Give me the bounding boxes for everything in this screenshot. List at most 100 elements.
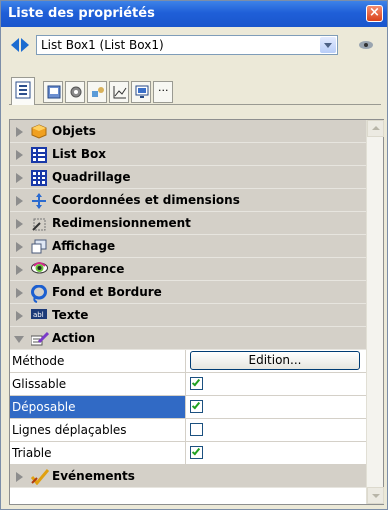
category-label: List Box xyxy=(52,147,106,161)
monitor-icon xyxy=(135,85,149,99)
next-object-icon[interactable] xyxy=(21,38,29,52)
tab-display[interactable] xyxy=(131,81,151,103)
category-action[interactable]: Action xyxy=(10,327,366,350)
chart-icon xyxy=(113,85,127,99)
resize-icon xyxy=(31,216,47,231)
property-list-window: Liste des propriétés × List Box1 (List B… xyxy=(0,0,388,510)
category-list-box[interactable]: List Box xyxy=(10,143,366,166)
checkmark-icon xyxy=(191,446,201,456)
property-label: Glissable xyxy=(10,373,186,396)
form-icon xyxy=(47,85,61,99)
expand-arrow-icon[interactable] xyxy=(16,150,23,160)
title-bar: Liste des propriétés × xyxy=(1,1,387,27)
more-icon: ··· xyxy=(158,84,169,97)
previous-object-icon[interactable] xyxy=(11,38,19,52)
collapse-arrow-icon[interactable] xyxy=(14,336,24,343)
svg-text:abl: abl xyxy=(33,311,44,319)
gear-icon xyxy=(69,85,82,99)
category-redimensionnement[interactable]: Redimensionnement xyxy=(10,212,366,235)
expand-arrow-icon[interactable] xyxy=(16,219,23,229)
property-value xyxy=(186,373,366,396)
property-rows: Objets List Box Quadrillage Coordonnées … xyxy=(10,120,366,506)
checkmark-icon xyxy=(191,377,201,387)
tab-all-properties[interactable] xyxy=(11,77,35,105)
property-row-lignes-deplacables[interactable]: Lignes déplaçables xyxy=(10,419,366,442)
property-value xyxy=(186,396,366,419)
property-label: Lignes déplaçables xyxy=(10,419,186,442)
property-value: Edition... xyxy=(186,350,366,373)
property-tabs: ··· xyxy=(9,77,381,111)
checkmark-icon xyxy=(191,400,201,410)
category-label: Evénements xyxy=(52,469,135,483)
shapes-icon xyxy=(91,85,104,99)
property-grid: Objets List Box Quadrillage Coordonnées … xyxy=(9,119,384,505)
expand-arrow-icon[interactable] xyxy=(16,265,23,275)
action-pen-icon xyxy=(30,331,50,346)
deposable-checkbox[interactable] xyxy=(190,400,203,413)
category-label: Texte xyxy=(52,308,89,322)
glissable-checkbox[interactable] xyxy=(190,377,203,390)
tab-shapes[interactable] xyxy=(87,81,107,103)
cube-icon xyxy=(31,124,47,139)
lasso-icon xyxy=(31,284,47,303)
close-button[interactable]: × xyxy=(366,5,383,22)
appearance-eye-icon xyxy=(31,262,48,277)
triable-checkbox[interactable] xyxy=(190,446,203,459)
category-label: Fond et Bordure xyxy=(52,285,162,299)
category-evenements[interactable]: Evénements xyxy=(10,465,366,488)
expand-arrow-icon[interactable] xyxy=(16,127,23,137)
display-icon xyxy=(31,239,47,254)
property-value xyxy=(186,419,366,442)
tab-chart[interactable] xyxy=(109,81,129,103)
expand-arrow-icon[interactable] xyxy=(16,242,23,252)
property-value xyxy=(186,442,366,465)
lignes-deplacables-checkbox[interactable] xyxy=(190,423,203,436)
object-selector-row: List Box1 (List Box1) xyxy=(9,33,384,59)
property-row-methode[interactable]: Méthode Edition... xyxy=(10,350,366,373)
category-label: Apparence xyxy=(52,262,125,276)
category-quadrillage[interactable]: Quadrillage xyxy=(10,166,366,189)
property-row-glissable[interactable]: Glissable xyxy=(10,373,366,396)
tab-form[interactable] xyxy=(43,81,63,103)
list-properties-icon xyxy=(15,81,31,99)
category-texte[interactable]: abl Texte xyxy=(10,304,366,327)
navigate-arrows-icon[interactable] xyxy=(11,38,31,52)
text-field-icon: abl xyxy=(31,308,47,323)
listbox-icon xyxy=(31,147,47,163)
expand-arrow-icon[interactable] xyxy=(16,288,23,298)
category-label: Coordonnées et dimensions xyxy=(52,193,240,207)
category-label: Affichage xyxy=(52,239,116,253)
expand-arrow-icon[interactable] xyxy=(16,472,23,482)
object-dropdown-value: List Box1 (List Box1) xyxy=(41,38,164,52)
chevron-down-icon[interactable] xyxy=(320,37,336,53)
eye-icon[interactable] xyxy=(359,40,375,50)
tab-more[interactable]: ··· xyxy=(153,81,173,103)
tab-settings[interactable] xyxy=(65,81,85,103)
category-label: Objets xyxy=(52,124,96,138)
category-objets[interactable]: Objets xyxy=(10,120,366,143)
expand-arrow-icon[interactable] xyxy=(16,196,23,206)
window-title: Liste des propriétés xyxy=(8,6,155,21)
category-label: Redimensionnement xyxy=(52,216,191,230)
category-apparence[interactable]: Apparence xyxy=(10,258,366,281)
close-icon: × xyxy=(369,5,380,20)
vertical-scrollbar[interactable] xyxy=(366,120,384,504)
tab-divider xyxy=(9,104,381,105)
events-check-icon xyxy=(30,469,50,486)
expand-arrow-icon[interactable] xyxy=(16,311,23,321)
category-coordonnees[interactable]: Coordonnées et dimensions xyxy=(10,189,366,212)
category-label: Action xyxy=(52,331,96,345)
edit-method-button[interactable]: Edition... xyxy=(190,351,360,370)
scroll-down-icon[interactable] xyxy=(367,487,384,504)
object-dropdown[interactable]: List Box1 (List Box1) xyxy=(36,35,338,55)
category-fond-bordure[interactable]: Fond et Bordure xyxy=(10,281,366,304)
category-label: Quadrillage xyxy=(52,170,131,184)
property-label: Méthode xyxy=(10,350,186,373)
property-row-deposable[interactable]: Déposable xyxy=(10,396,366,419)
property-label: Déposable xyxy=(10,396,186,419)
scroll-up-icon[interactable] xyxy=(367,120,384,137)
expand-arrow-icon[interactable] xyxy=(16,173,23,183)
property-row-triable[interactable]: Triable xyxy=(10,442,366,465)
category-affichage[interactable]: Affichage xyxy=(10,235,366,258)
grid-icon xyxy=(31,170,47,186)
